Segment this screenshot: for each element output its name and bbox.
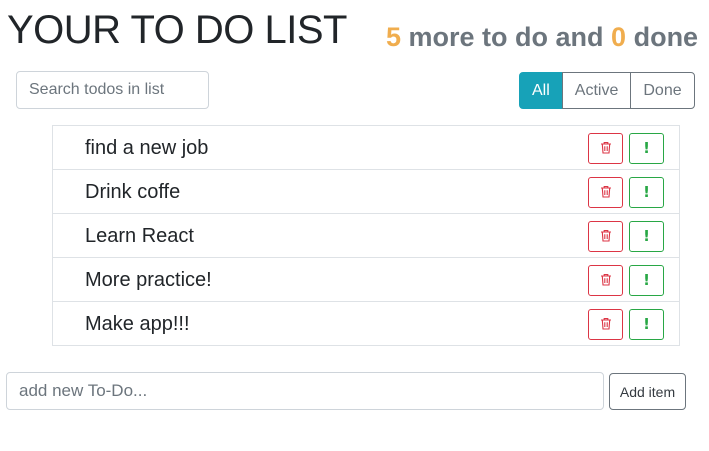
trash-icon bbox=[600, 273, 612, 289]
trash-icon bbox=[600, 141, 612, 157]
exclamation-icon: ! bbox=[643, 271, 650, 289]
delete-todo-button[interactable] bbox=[588, 177, 623, 208]
todo-list: find a new job ! Drink coffe ! Learn Rea… bbox=[52, 125, 680, 346]
new-todo-input[interactable] bbox=[6, 372, 604, 410]
trash-icon bbox=[600, 185, 612, 201]
exclamation-icon: ! bbox=[643, 139, 650, 157]
todo-item: Learn React ! bbox=[53, 214, 679, 258]
delete-todo-button[interactable] bbox=[588, 265, 623, 296]
todo-count: 5 bbox=[386, 22, 402, 52]
todo-label[interactable]: Make app!!! bbox=[85, 302, 190, 346]
mark-important-button[interactable]: ! bbox=[629, 221, 664, 252]
exclamation-icon: ! bbox=[643, 227, 650, 245]
done-count-text: done bbox=[626, 22, 699, 52]
todo-item: find a new job ! bbox=[53, 126, 679, 170]
filter-active-button[interactable]: Active bbox=[561, 72, 632, 109]
mark-important-button[interactable]: ! bbox=[629, 309, 664, 340]
exclamation-icon: ! bbox=[643, 315, 650, 333]
trash-icon bbox=[600, 229, 612, 245]
todo-counter: 5 more to do and 0 done bbox=[386, 19, 698, 55]
filter-all-button[interactable]: All bbox=[519, 72, 563, 109]
todo-label[interactable]: Drink coffe bbox=[85, 170, 180, 214]
filter-button-group: All Active Done bbox=[519, 72, 695, 109]
mark-important-button[interactable]: ! bbox=[629, 133, 664, 164]
exclamation-icon: ! bbox=[643, 183, 650, 201]
todo-label[interactable]: Learn React bbox=[85, 214, 194, 258]
todo-item: Make app!!! ! bbox=[53, 302, 679, 345]
add-item-button[interactable]: Add item bbox=[609, 373, 686, 410]
todo-item: Drink coffe ! bbox=[53, 170, 679, 214]
todo-app: YOUR TO DO LIST 5 more to do and 0 done … bbox=[0, 0, 709, 451]
trash-icon bbox=[600, 317, 612, 333]
delete-todo-button[interactable] bbox=[588, 133, 623, 164]
done-count: 0 bbox=[611, 22, 627, 52]
todo-label[interactable]: find a new job bbox=[85, 126, 208, 170]
filter-done-button[interactable]: Done bbox=[630, 72, 695, 109]
search-input[interactable] bbox=[16, 71, 209, 109]
page-title: YOUR TO DO LIST bbox=[7, 8, 347, 52]
mark-important-button[interactable]: ! bbox=[629, 265, 664, 296]
mark-important-button[interactable]: ! bbox=[629, 177, 664, 208]
todo-count-text: more to do and bbox=[401, 22, 612, 52]
todo-item: More practice! ! bbox=[53, 258, 679, 302]
delete-todo-button[interactable] bbox=[588, 309, 623, 340]
todo-label[interactable]: More practice! bbox=[85, 258, 212, 302]
delete-todo-button[interactable] bbox=[588, 221, 623, 252]
